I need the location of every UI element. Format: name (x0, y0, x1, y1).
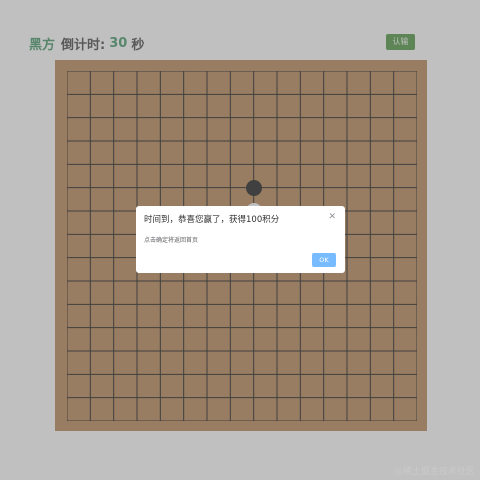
message-dialog: 时间到，恭喜您赢了，获得100积分 ✕ 点击确定将返回首页 OK (136, 206, 345, 273)
dialog-title: 时间到，恭喜您赢了，获得100积分 (144, 215, 280, 225)
close-icon[interactable]: ✕ (328, 212, 336, 222)
dialog-message: 点击确定将返回首页 (144, 237, 199, 244)
ok-button[interactable]: OK (312, 253, 336, 267)
watermark: @稀土掘金技术社区 (393, 467, 475, 477)
